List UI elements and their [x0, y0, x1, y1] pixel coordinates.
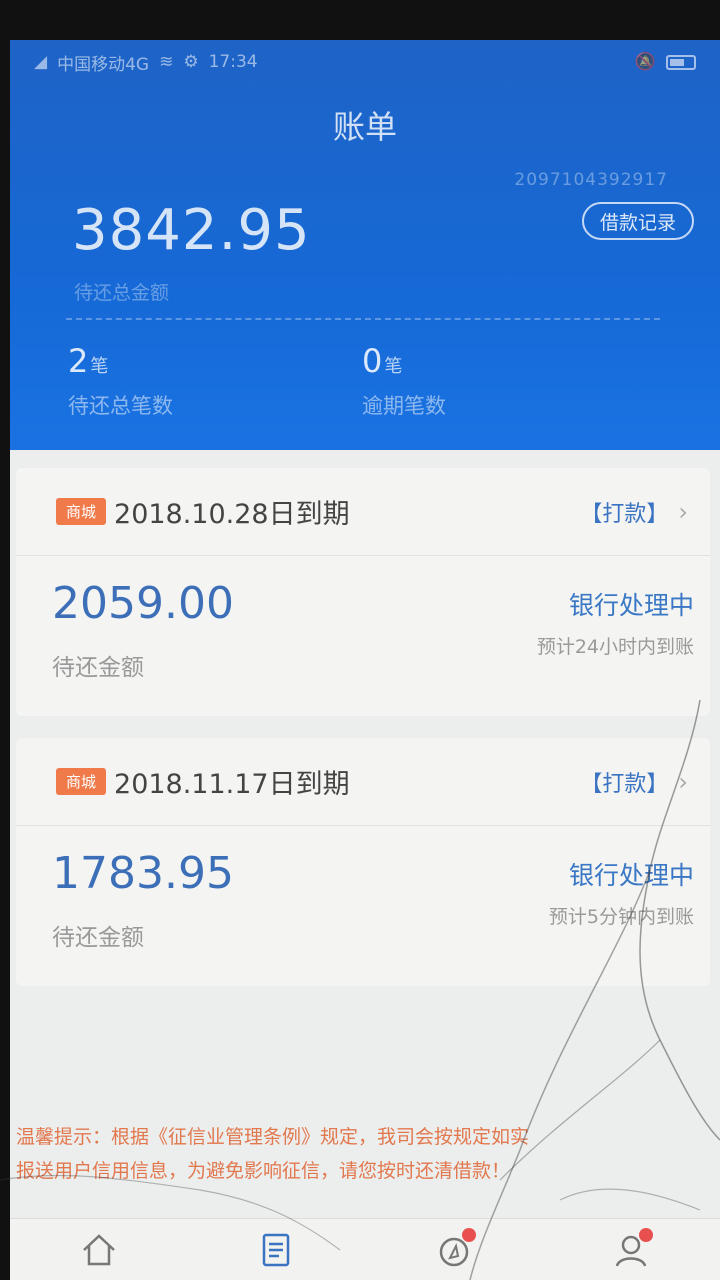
- credit-notice: 温馨提示：根据《征信业管理条例》规定，我司会按规定如实 报送用户信用信息，为避免…: [10, 1120, 720, 1188]
- bill-card[interactable]: 商城 2018.10.28日到期 【打款】 › 2059.00 待还金额 银行处…: [16, 468, 710, 716]
- total-amount: 3842.95: [72, 198, 311, 263]
- bill-amount-label: 待还金额: [52, 925, 144, 951]
- pending-count-stat: 2笔 待还总笔数: [68, 342, 173, 420]
- status-time: 17:34: [208, 52, 258, 72]
- app-screen: ◢ 中国移动4G ≋ ⚙ 17:34 🔕 账单 2097104392917 借款…: [10, 40, 720, 1280]
- notification-icon: ⚙: [183, 52, 199, 72]
- bill-amount-label: 待还金额: [52, 655, 144, 681]
- pay-label: 【打款】: [580, 771, 669, 797]
- notification-dot: [461, 1227, 476, 1242]
- page-title: 账单: [332, 108, 397, 146]
- bill-card-body: 1783.95 待还金额 银行处理中 预计5分钟内到账: [16, 826, 710, 986]
- pay-label: 【打款】: [580, 501, 669, 527]
- bill-card[interactable]: 商城 2018.11.17日到期 【打款】 › 1783.95 待还金额 银行处…: [16, 738, 710, 986]
- bill-card-header: 商城 2018.11.17日到期 【打款】 ›: [16, 738, 710, 826]
- account-id: 2097104392917: [514, 170, 668, 190]
- processing-eta: 预计5分钟内到账: [548, 906, 694, 928]
- pay-button[interactable]: 【打款】 ›: [580, 766, 688, 798]
- overdue-unit: 笔: [384, 356, 403, 377]
- overdue-label: 逾期笔数: [362, 394, 446, 418]
- nav-profile[interactable]: [609, 1227, 654, 1272]
- mall-tag: 商城: [56, 498, 107, 525]
- loan-record-button[interactable]: 借款记录: [582, 202, 694, 240]
- processing-eta: 预计24小时内到账: [536, 636, 694, 658]
- notice-line-2: 报送用户信用信息，为避免影响征信，请您按时还清借款！: [16, 1160, 511, 1182]
- pending-count: 2: [68, 342, 89, 380]
- overdue-count: 0: [362, 342, 383, 380]
- pay-button[interactable]: 【打款】 ›: [580, 496, 688, 528]
- bill-amount: 2059.00: [52, 578, 234, 629]
- nav-home[interactable]: [77, 1228, 121, 1272]
- chevron-right-icon: ›: [678, 767, 688, 796]
- battery-icon: [666, 54, 696, 70]
- pending-unit: 笔: [90, 356, 109, 377]
- carrier-text: 中国移动4G: [57, 54, 150, 75]
- divider: [66, 318, 660, 320]
- bill-summary-header: ◢ 中国移动4G ≋ ⚙ 17:34 🔕 账单 2097104392917 借款…: [10, 40, 720, 450]
- home-icon: [82, 1233, 115, 1265]
- total-amount-label: 待还总金额: [74, 282, 170, 304]
- mall-tag: 商城: [56, 768, 107, 795]
- notification-dot: [639, 1227, 654, 1242]
- wifi-icon: ≋: [159, 52, 174, 72]
- overdue-count-stat: 0笔 逾期笔数: [362, 342, 446, 420]
- notice-line-1: 温馨提示：根据《征信业管理条例》规定，我司会按规定如实: [16, 1126, 530, 1148]
- status-bar: ◢ 中国移动4G ≋ ⚙ 17:34 🔕: [10, 40, 720, 84]
- nav-discover[interactable]: [432, 1227, 476, 1272]
- due-date: 2018.11.17日到期: [114, 769, 350, 800]
- signal-icon: ◢: [34, 52, 48, 72]
- bill-card-body: 2059.00 待还金额 银行处理中 预计24小时内到账: [16, 556, 710, 716]
- chevron-right-icon: ›: [678, 497, 688, 526]
- bill-icon: [263, 1233, 290, 1266]
- bottom-nav: [10, 1218, 720, 1280]
- nav-bills[interactable]: [254, 1228, 298, 1272]
- mute-icon: 🔕: [634, 52, 656, 72]
- due-date: 2018.10.28日到期: [114, 499, 350, 530]
- bill-amount: 1783.95: [52, 848, 234, 899]
- pending-label: 待还总笔数: [68, 394, 173, 418]
- processing-status: 银行处理中: [568, 861, 694, 890]
- bill-card-header: 商城 2018.10.28日到期 【打款】 ›: [16, 468, 710, 556]
- processing-status: 银行处理中: [568, 591, 694, 620]
